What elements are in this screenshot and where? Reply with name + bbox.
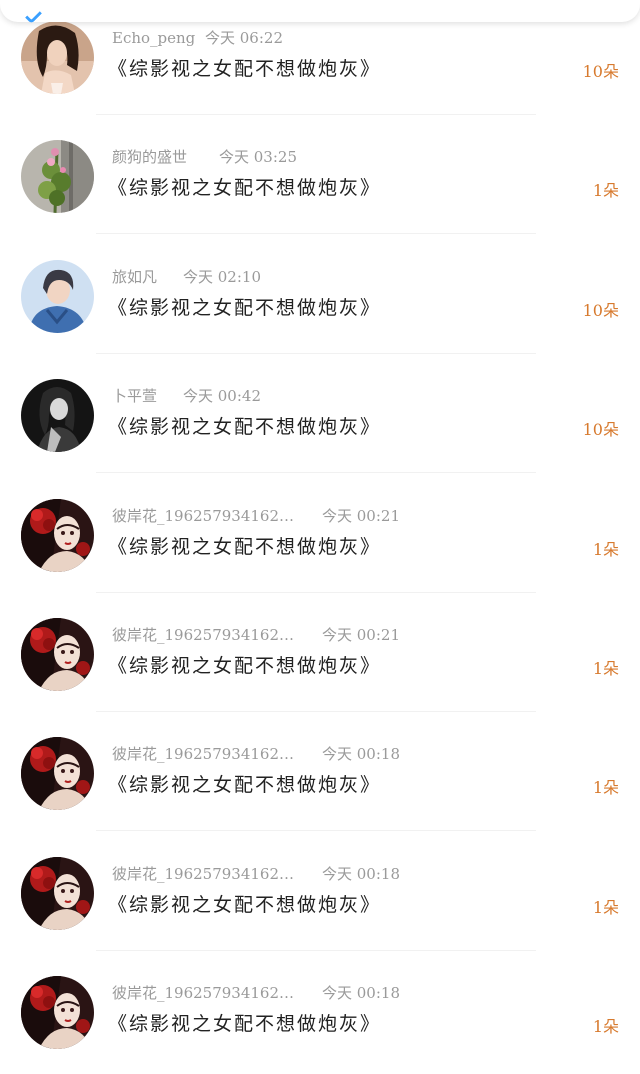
record-meta: Echo_peng 今天 06:22 — [112, 27, 412, 49]
avatar[interactable] — [21, 618, 94, 691]
list-item[interactable]: 彼岸花_196257934162… 今天 00:18 《综影视之女配不想做炮灰》 1朵 — [0, 955, 640, 1074]
book-title: 《综影视之女配不想做炮灰》 — [108, 893, 382, 916]
record-meta: 颜狗的盛世 今天 03:25 — [112, 146, 412, 168]
row-divider — [96, 472, 536, 474]
chevron-icon — [25, 7, 42, 24]
book-title: 《综影视之女配不想做炮灰》 — [108, 1013, 382, 1036]
book-title: 《综影视之女配不想做炮灰》 — [108, 774, 382, 797]
gift-count: 10朵 — [582, 420, 619, 440]
username[interactable]: 彼岸花_196257934162… — [112, 624, 294, 646]
gift-count: 1朵 — [592, 659, 619, 678]
row-divider — [96, 352, 536, 354]
book-title: 《综影视之女配不想做炮灰》 — [108, 416, 382, 439]
timestamp: 今天 06:22 — [205, 29, 283, 47]
list-item[interactable]: 旅如凡 今天 02:10 《综影视之女配不想做炮灰》 10朵 — [0, 239, 640, 358]
username[interactable]: 卜平萱 — [112, 385, 157, 407]
gift-count: 1朵 — [592, 778, 619, 798]
username[interactable]: 彼岸花_196257934162… — [112, 863, 294, 885]
timestamp: 今天 03:25 — [219, 148, 297, 167]
row-divider — [96, 114, 536, 115]
avatar[interactable] — [21, 259, 94, 333]
gift-count: 1朵 — [592, 1017, 619, 1037]
avatar[interactable] — [21, 737, 94, 811]
list-item[interactable]: 彼岸花_196257934162… 今天 00:21 《综影视之女配不想做炮灰》 1朵 — [0, 597, 640, 716]
gift-count: 1朵 — [592, 539, 619, 559]
gift-count: 10朵 — [582, 300, 619, 320]
timestamp: 今天 00:18 — [322, 984, 400, 1003]
list-item[interactable]: 颜狗的盛世 今天 03:25 《综影视之女配不想做炮灰》 1朵 — [0, 119, 640, 238]
gift-count: 1朵 — [592, 897, 619, 917]
timestamp: 今天 00:21 — [322, 626, 400, 644]
row-divider — [96, 591, 536, 593]
book-title: 《综影视之女配不想做炮灰》 — [108, 58, 382, 80]
row-divider — [96, 830, 536, 832]
list-item[interactable]: 彼岸花_196257934162… 今天 00:18 《综影视之女配不想做炮灰》 1朵 — [0, 716, 640, 835]
record-meta: 彼岸花_196257934162… 今天 00:18 — [112, 982, 412, 1004]
list-item[interactable]: 彼岸花_196257934162… 今天 00:21 《综影视之女配不想做炮灰》 1朵 — [0, 478, 640, 597]
username[interactable]: 彼岸花_196257934162… — [112, 982, 294, 1004]
top-sheet-panel — [0, 0, 640, 24]
avatar[interactable] — [21, 976, 94, 1050]
record-meta: 卜平萱 今天 00:42 — [112, 385, 412, 407]
username[interactable]: 彼岸花_196257934162… — [112, 505, 294, 527]
book-title: 《综影视之女配不想做炮灰》 — [108, 535, 382, 558]
list-item[interactable]: 彼岸花_196257934162… 今天 00:18 《综影视之女配不想做炮灰》 1朵 — [0, 836, 640, 955]
username[interactable]: 彼岸花_196257934162… — [112, 743, 294, 765]
avatar[interactable] — [21, 140, 94, 214]
avatar[interactable] — [21, 856, 94, 930]
record-meta: 彼岸花_196257934162… 今天 00:18 — [112, 863, 412, 885]
row-divider — [96, 711, 536, 712]
avatar[interactable] — [21, 21, 94, 94]
timestamp: 今天 00:18 — [322, 745, 400, 764]
username[interactable]: 旅如凡 — [112, 266, 157, 288]
book-title: 《综影视之女配不想做炮灰》 — [108, 177, 382, 200]
book-title: 《综影视之女配不想做炮灰》 — [108, 655, 382, 677]
avatar[interactable] — [21, 498, 94, 572]
timestamp: 今天 02:10 — [183, 267, 261, 286]
row-divider — [96, 949, 536, 951]
gift-count: 1朵 — [592, 181, 619, 201]
list-item[interactable]: 卜平萱 今天 00:42 《综影视之女配不想做炮灰》 10朵 — [0, 358, 640, 477]
timestamp: 今天 00:21 — [322, 506, 400, 525]
gift-count: 10朵 — [582, 62, 619, 81]
record-meta: 彼岸花_196257934162… 今天 00:21 — [112, 624, 412, 646]
record-meta: 彼岸花_196257934162… 今天 00:21 — [112, 505, 412, 527]
row-divider — [96, 233, 536, 235]
timestamp: 今天 00:18 — [322, 864, 400, 883]
username[interactable]: Echo_peng — [112, 27, 195, 49]
record-meta: 彼岸花_196257934162… 今天 00:18 — [112, 743, 412, 765]
book-title: 《综影视之女配不想做炮灰》 — [108, 296, 382, 319]
avatar[interactable] — [21, 379, 94, 453]
timestamp: 今天 00:42 — [183, 387, 261, 406]
record-meta: 旅如凡 今天 02:10 — [112, 266, 412, 288]
username[interactable]: 颜狗的盛世 — [112, 146, 187, 168]
